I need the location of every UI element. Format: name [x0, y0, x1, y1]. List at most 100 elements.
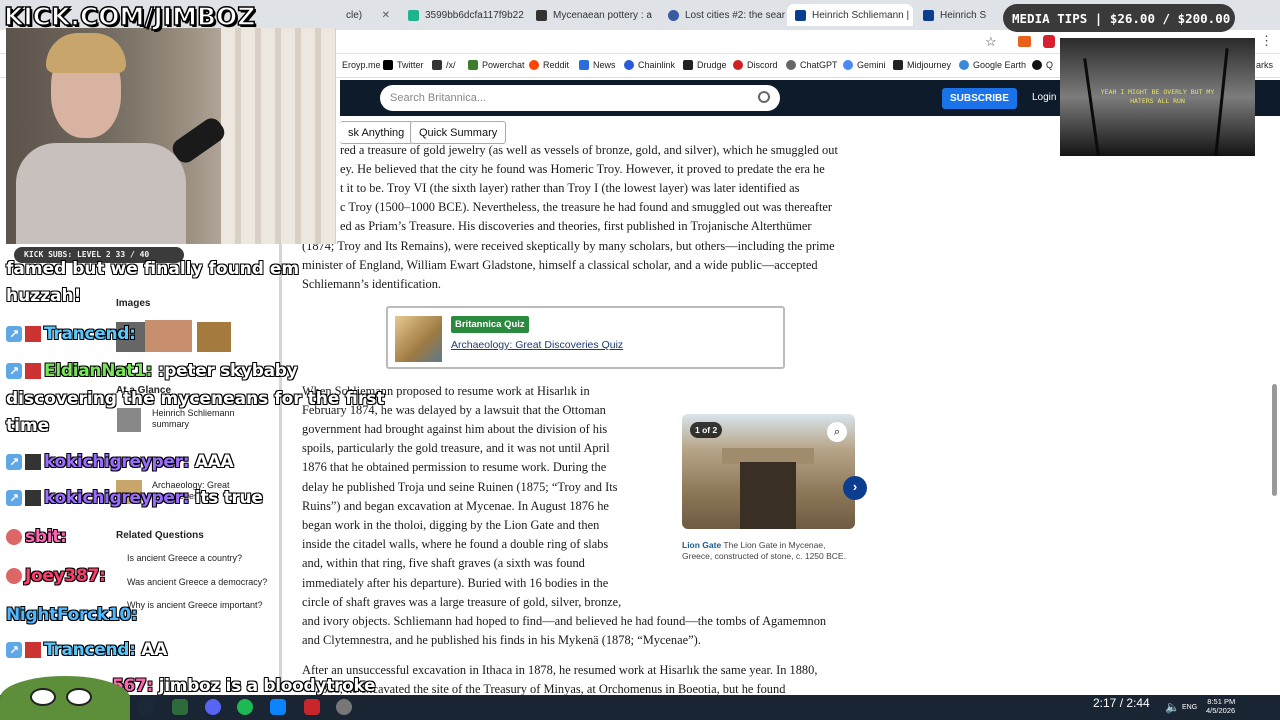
close-icon[interactable]: ✕	[382, 10, 390, 21]
tab-label: cle)	[346, 9, 363, 21]
chat-line: ↗ kokichigreyper: its true	[6, 488, 263, 508]
article-line: 1876 that he obtained permission to resu…	[302, 460, 607, 474]
palm-trunk	[1214, 48, 1229, 156]
star-icon[interactable]: ☆	[985, 34, 997, 50]
chat-line: sbit:	[6, 527, 67, 547]
bookmark[interactable]: Chainlink	[624, 60, 675, 70]
spotify-icon[interactable]	[237, 699, 253, 715]
next-arrow-icon[interactable]: ›	[843, 476, 867, 500]
images-heading: Images	[116, 298, 151, 309]
browser-tab-active[interactable]: Heinrich Schliemann |✕	[787, 4, 913, 26]
chat-line: ↗ kokichigreyper: AAA	[6, 452, 234, 472]
extension-icon[interactable]	[1018, 36, 1031, 47]
taskbar-app-icon[interactable]	[304, 699, 320, 715]
chat-message: its true	[194, 488, 263, 508]
bookmark-label: News	[593, 60, 616, 70]
chat-line: NightForck10:	[6, 605, 138, 625]
image-gallery[interactable]: 1 of 2 ⌕	[682, 414, 855, 529]
bookmark-label: /x/	[446, 60, 456, 70]
browser-tab[interactable]: Lost cities #2: the sear✕	[660, 4, 785, 26]
language-label[interactable]: ENG	[1182, 704, 1197, 711]
browser-tab[interactable]: Mycenaean pottery : a✕	[528, 4, 658, 26]
gallery-counter: 1 of 2	[690, 422, 723, 438]
bookmark[interactable]: Gemini	[843, 60, 886, 70]
streamer-hair	[46, 33, 126, 73]
chat-message: famed but we finally found em	[6, 259, 300, 279]
tab-label: Heinrich S	[940, 9, 987, 21]
extension-icon[interactable]	[1043, 35, 1055, 48]
bookmark[interactable]: Eroyp.me	[342, 60, 381, 70]
chat-message: time	[6, 416, 50, 436]
ask-anything-button[interactable]: sk Anything	[340, 121, 414, 144]
quiz-card[interactable]: Britannica Quiz Archaeology: Great Disco…	[386, 306, 785, 369]
bookmark-label: Powerchat	[482, 60, 525, 70]
chat-message: :peter skybaby	[157, 361, 298, 381]
bookmark[interactable]: Drudge	[683, 60, 727, 70]
chat-line: ↗ EldianNat1: :peter skybaby	[6, 361, 298, 381]
article-line: circle of shaft graves was a large treas…	[302, 595, 622, 609]
palm-trunk	[1083, 58, 1100, 156]
sidebar-image[interactable]	[145, 320, 192, 352]
article-line: c Troy (1500–1000 BCE). Nevertheless, th…	[340, 200, 833, 214]
related-question[interactable]: Is ancient Greece a country?	[127, 553, 242, 564]
tab-label: 3599bb6dcfa117f9b22	[425, 9, 524, 21]
bookmark[interactable]: Q	[1032, 60, 1053, 70]
bookmark[interactable]: Powerchat	[468, 60, 525, 70]
subscribe-button[interactable]: SUBSCRIBE	[942, 88, 1017, 109]
sidebar-image[interactable]	[197, 322, 231, 352]
lion-gate-opening	[740, 462, 796, 529]
article-line: and, within that ring, five shaft graves…	[302, 556, 585, 570]
browser-tab[interactable]: Heinrich S	[915, 4, 1000, 26]
tab-label: Lost cities #2: the sear	[685, 9, 785, 21]
bookmark[interactable]: ChatGPT	[786, 60, 838, 70]
bookmark-label: Google Earth	[973, 60, 1027, 70]
chat-message: jimboz is a bloodytroke	[158, 676, 376, 696]
steam-icon[interactable]	[138, 699, 154, 715]
search-icon[interactable]	[758, 91, 770, 103]
quick-summary-button[interactable]: Quick Summary	[410, 121, 507, 144]
related-question[interactable]: Was ancient Greece a democracy?	[127, 577, 267, 588]
bookmark[interactable]: Google Earth	[959, 60, 1026, 70]
taskbar-app-icon[interactable]	[172, 699, 188, 715]
volume-icon[interactable]: 🔈	[1165, 700, 1180, 714]
tab-label: Heinrich Schliemann |	[812, 9, 910, 21]
related-question[interactable]: Why is ancient Greece important?	[127, 600, 263, 611]
search-input[interactable]: Search Britannica...	[380, 85, 780, 111]
discord-icon[interactable]	[205, 699, 221, 715]
bookmark[interactable]: News	[579, 60, 616, 70]
article-line: and ivory objects. Schliemann had hoped …	[302, 614, 827, 628]
article-line: minister of England, William Ewart Glads…	[302, 258, 818, 272]
bookmark-label: Twitter	[397, 60, 424, 70]
browser-tab[interactable]: cle) ✕	[338, 4, 398, 26]
chat-username: Trancend:	[44, 324, 136, 344]
menu-icon[interactable]: ⋮	[1260, 33, 1273, 49]
browser-tab[interactable]: 3599bb6dcfa117f9b22✕	[400, 4, 525, 26]
taskbar-app-icon[interactable]	[270, 699, 286, 715]
taskbar-app-icon[interactable]	[336, 699, 352, 715]
quiz-link[interactable]: Archaeology: Great Discoveries Quiz	[451, 339, 623, 351]
bookmark[interactable]: /x/	[432, 60, 456, 70]
bookmark[interactable]: arks	[1256, 60, 1273, 70]
article-line: delay he published Troja und seine Ruine…	[302, 480, 618, 494]
bookmark-label: Gemini	[857, 60, 886, 70]
bookmark[interactable]: Midjourney	[893, 60, 951, 70]
system-clock[interactable]: 8:51 PM 4/5/2026	[1206, 697, 1235, 715]
zoom-icon[interactable]: ⌕	[827, 422, 847, 442]
bookmark[interactable]: Discord	[733, 60, 778, 70]
emote-icon	[25, 454, 41, 470]
chat-line: ↗ Trancend: AA	[6, 640, 167, 660]
site-icon	[536, 9, 547, 21]
scrollbar[interactable]	[1272, 384, 1277, 496]
screen: cle) ✕ 3599bb6dcfa117f9b22✕ Mycenaean pot…	[0, 0, 1280, 720]
bookmark[interactable]: Reddit	[529, 60, 569, 70]
site-icon	[795, 9, 806, 21]
chainlink-icon	[624, 60, 634, 70]
chat-message: AA	[141, 640, 168, 660]
bookmark-label: Eroyp.me	[342, 60, 381, 70]
login-link[interactable]: Login	[1032, 92, 1056, 103]
bookmark[interactable]: Twitter	[383, 60, 424, 70]
webcam-feed	[6, 28, 336, 244]
bookmark-label: Q	[1046, 60, 1054, 70]
media-time: 2:17 / 2:44	[1093, 696, 1150, 710]
glance-item[interactable]: Heinrich Schliemann summary	[152, 408, 252, 430]
